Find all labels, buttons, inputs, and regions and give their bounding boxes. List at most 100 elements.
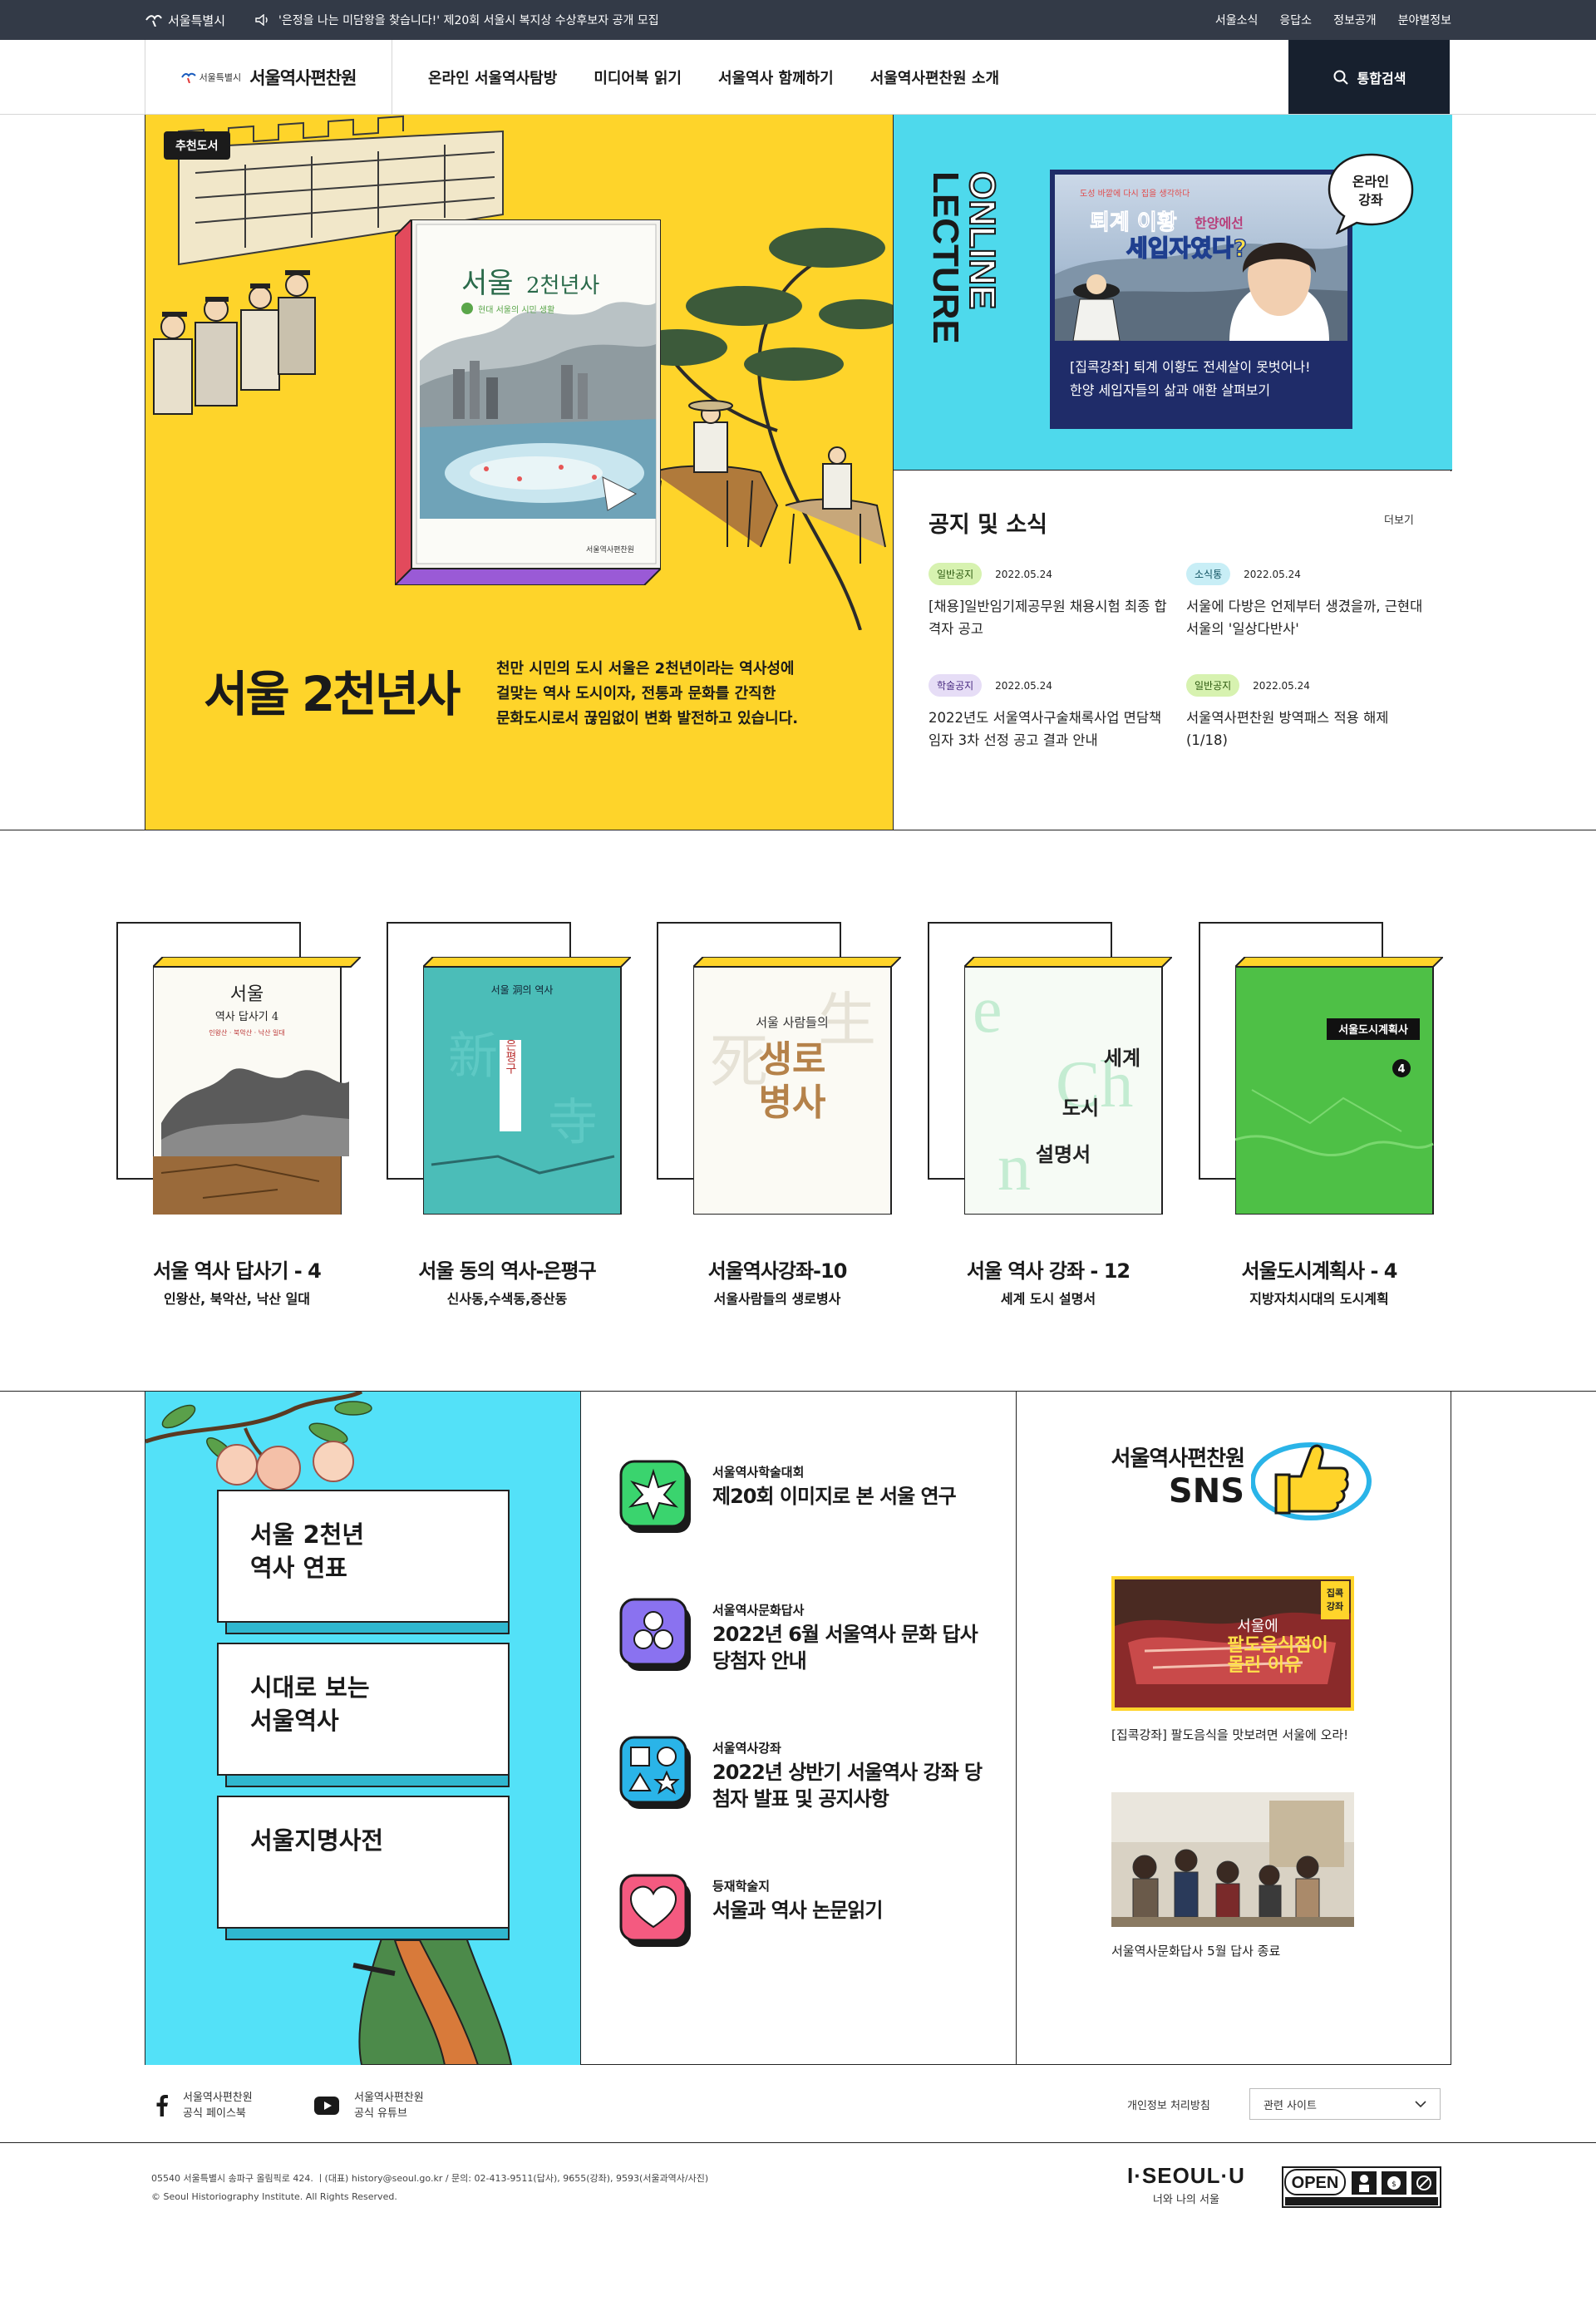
chevron-down-icon — [1415, 2100, 1426, 2107]
seoul-2000-book-cover: 서울 2천년사 현대 서울의 시민 생활 서울역사편찬원 — [395, 219, 661, 585]
book-item[interactable]: 서울 역사 답사기 4 인왕산 · 북악산 · 낙산 일대 서울 역사 답사기 … — [116, 922, 366, 1313]
hero-section: 추천도서 서울 2천년사 현대 서울의 시민 생활 서울역사편찬원 서울 2천년… — [145, 115, 1452, 830]
related-sites-select[interactable]: 관련 사이트 — [1249, 2088, 1441, 2120]
news-item[interactable]: 일반공지 2022.05.24 서울역사편찬원 방역패스 적용 해제(1/18) — [1186, 674, 1427, 751]
book-item[interactable]: 서울 洞의 역사 은평구 新 寺 서울 동의 역사-은평구 신사동,수색동,증산… — [387, 922, 636, 1313]
search-icon — [1333, 70, 1348, 85]
lecture-card[interactable]: 도성 바깥에 다시 집을 생각하다 퇴계 이황 한양에선 세입자였다? [집콕강… — [1050, 170, 1352, 429]
recommended-book-panel[interactable]: 추천도서 서울 2천년사 현대 서울의 시민 생활 서울역사편찬원 서울 2천년… — [145, 115, 894, 830]
feature-kicker: 서울역사강좌 — [712, 1741, 781, 1756]
sns-title-a: 서울역사편찬원 — [1111, 1446, 1245, 1471]
feature-kicker: 등재학술지 — [712, 1879, 771, 1894]
book-item[interactable]: 서울도시계획사 4 서울도시계획사 - 4 지방자치시대의 도시계획 — [1199, 922, 1448, 1313]
seoul-gov-link[interactable]: 서울특별시 — [145, 12, 225, 29]
svg-text:서울: 서울 — [461, 267, 514, 300]
logo-title: 서울역사편찬원 — [249, 67, 357, 88]
lecture-thumb-big1: 퇴계 이황 — [1090, 210, 1177, 235]
menu-box-place-dictionary[interactable]: 서울지명사전 — [217, 1796, 510, 1940]
book-title: 서울역사강좌-10 — [707, 1259, 848, 1283]
util-link-field-info[interactable]: 분야별정보 — [1398, 12, 1451, 28]
footer-address: 05540 서울특별시 송파구 올림픽로 424. ㅣ(대표) history@… — [151, 2170, 708, 2206]
menu-box-line: 서울지명사전 — [250, 1826, 384, 1855]
sns-post[interactable]: 서울역사문화답사 5월 답사 종료 — [1111, 1792, 1354, 1959]
sns-post-caption: 서울역사문화답사 5월 답사 종료 — [1111, 1944, 1281, 1959]
book-item[interactable]: e Ch n 세계 도시 설명서 서울 역사 강좌 - 12 세계 도시 설명서 — [928, 922, 1177, 1313]
menu-box-line: 역사 연표 — [250, 1554, 347, 1582]
book-cover-text: 설명서 — [1036, 1142, 1091, 1166]
notice-ticker[interactable]: '은정을 나는 미담왕을 찾습니다!' 제20회 서울시 복지상 수상후보자 공… — [255, 12, 659, 28]
footer-info: 05540 서울특별시 송파구 올림픽로 424. ㅣ(대표) history@… — [0, 2143, 1596, 2311]
book-item[interactable]: 死 生 서울 사람들의 생로 병사 서울역사강좌-10 서울사람들의 생로병사 — [657, 922, 906, 1313]
nav-about[interactable]: 서울역사편찬원 소개 — [870, 67, 999, 88]
news-tag: 일반공지 — [1186, 674, 1240, 697]
lecture-thumb-big2: 한양에선 — [1195, 215, 1244, 231]
book-cover-text: 은평구 — [504, 1039, 517, 1074]
menu-box-line: 서울 2천년 — [250, 1520, 364, 1549]
book-cover-text: 4 — [1397, 1063, 1405, 1076]
online-lecture-panel[interactable]: ONLINE LECTURE 도성 바깥에 다시 집을 생각하다 퇴계 이황 한… — [894, 115, 1452, 471]
nav-together[interactable]: 서울역사 함께하기 — [718, 67, 834, 88]
menu-box-era-history[interactable]: 시대로 보는 서울역사 — [217, 1643, 510, 1787]
book-cover-text: 서울도시계획사 — [1338, 1023, 1408, 1037]
util-link-response[interactable]: 응답소 — [1279, 12, 1312, 28]
news-item[interactable]: 소식통 2022.05.24 서울에 다방은 언제부터 생겼을까, 근현대 서울의… — [1186, 563, 1427, 640]
utility-links: 서울소식 응답소 정보공개 분야별정보 — [1215, 12, 1451, 28]
feature-item[interactable]: 서울역사문화답사 2022년 6월 서울역사 문화 답사 당첨자 안내 — [619, 1598, 985, 1689]
hero-desc-line3: 문화도시로서 끊임없이 변화 발전하고 있습니다. — [496, 710, 799, 727]
news-item[interactable]: 학술공지 2022.05.24 2022년도 서울역사구술채록사업 면담책임자 3… — [929, 674, 1170, 751]
news-more-link[interactable]: 더보기 — [1384, 511, 1414, 527]
youtube-link[interactable]: 서울역사편찬원 공식 유튜브 — [314, 2090, 424, 2121]
book-title: 서울도시계획사 - 4 — [1241, 1259, 1398, 1283]
feature-item[interactable]: 등재학술지 서울과 역사 논문읽기 — [619, 1874, 985, 1965]
menu-box-shadow — [225, 1776, 510, 1787]
speaker-icon — [255, 14, 268, 26]
utility-bar: 서울특별시 '은정을 나는 미담왕을 찾습니다!' 제20회 서울시 복지상 수… — [0, 0, 1596, 40]
feature-item[interactable]: 서울역사강좌 2022년 상반기 서울역사 강좌 당첨자 발표 및 공지사항 — [619, 1736, 985, 1827]
feature-title: 제20회 이미지로 본 서울 연구 — [712, 1485, 957, 1508]
sparkle-icon — [619, 1460, 691, 1533]
hero-right: ONLINE LECTURE 도성 바깥에 다시 집을 생각하다 퇴계 이황 한… — [894, 115, 1452, 830]
feature-kicker: 서울역사학술대회 — [712, 1465, 805, 1480]
menu-box-shadow — [225, 1929, 510, 1940]
sns-title-b: SNS — [1168, 1472, 1244, 1510]
site-logo[interactable]: 서울특별시 서울역사편찬원 — [145, 40, 392, 114]
quick-menu-panel: 서울 2천년 역사 연표 시대로 보는 서울역사 서울지명사전 — [145, 1392, 581, 2065]
logo-small: 서울특별시 — [180, 71, 241, 84]
heart-icon — [619, 1874, 691, 1947]
facebook-link[interactable]: 서울역사편찬원 공식 페이스북 — [156, 2090, 253, 2121]
iseoulu-logo[interactable]: I·SEOUL·U 너와 나의 서울 — [1127, 2163, 1245, 2206]
sns-post[interactable]: 집콕 강좌 서울에 팔도음식점이 몰린 이유 [집콕강좌] 팔도음식을 맛보려면… — [1111, 1576, 1354, 1743]
related-sites-label: 관련 사이트 — [1264, 2099, 1317, 2112]
svg-text:寺: 寺 — [548, 1094, 598, 1152]
privacy-policy-link[interactable]: 개인정보 처리방침 — [1127, 2097, 1210, 2112]
sns-title: 서울역사편찬원 SNS — [1086, 1441, 1245, 1510]
search-button[interactable]: 통합검색 — [1288, 40, 1450, 114]
util-link-news[interactable]: 서울소식 — [1215, 12, 1259, 28]
facebook-icon — [156, 2095, 168, 2116]
sns-overlay3: 몰린 이유 — [1228, 1655, 1302, 1676]
footer-links: 서울역사편찬원 공식 페이스북 서울역사편찬원 공식 유튜브 개인정보 처리방침… — [0, 2065, 1596, 2143]
nav-media-book[interactable]: 미디어북 읽기 — [594, 67, 682, 88]
thumbs-up-icon — [1251, 1442, 1372, 1520]
book-cover-text: 생로 — [759, 1038, 826, 1081]
svg-text:$: $ — [1392, 2180, 1396, 2189]
util-link-disclosure[interactable]: 정보공개 — [1333, 12, 1377, 28]
menu-box-timeline[interactable]: 서울 2천년 역사 연표 — [217, 1490, 510, 1634]
news-item[interactable]: 일반공지 2022.05.24 [채용]일반임기제공무원 채용시험 최종 합격자 … — [929, 563, 1170, 640]
news-title: 공지 및 소식 — [929, 512, 1047, 538]
feature-item[interactable]: 서울역사학술대회 제20회 이미지로 본 서울 연구 — [619, 1460, 985, 1551]
book-cover-text: 세계 — [1104, 1046, 1140, 1070]
lecture-thumbnail: 도성 바깥에 다시 집을 생각하다 퇴계 이황 한양에선 세입자였다? — [1055, 175, 1347, 341]
hero-desc-line2: 걸맞는 역사 도시이자, 전통과 문화를 간직한 — [496, 685, 776, 702]
shapes-icon — [619, 1736, 691, 1809]
nav-online-tour[interactable]: 온라인 서울역사탐방 — [428, 67, 557, 88]
svg-text:e: e — [973, 973, 1002, 1047]
menu-box-line: 시대로 보는 — [250, 1673, 370, 1702]
sns-post-caption: [집콕강좌] 팔도음식을 맛보려면 서울에 오라! — [1111, 1727, 1349, 1742]
open-type-license-badge[interactable]: OPEN $ — [1282, 2166, 1441, 2208]
site-header: 서울특별시 서울역사편찬원 온라인 서울역사탐방 미디어북 읽기 서울역사 함께… — [0, 40, 1596, 115]
online-lecture-bubble: 온라인 강좌 — [1328, 153, 1414, 234]
seoul-emblem-icon — [180, 72, 196, 83]
svg-text:新: 新 — [448, 1027, 498, 1086]
news-tag: 소식통 — [1186, 563, 1231, 585]
